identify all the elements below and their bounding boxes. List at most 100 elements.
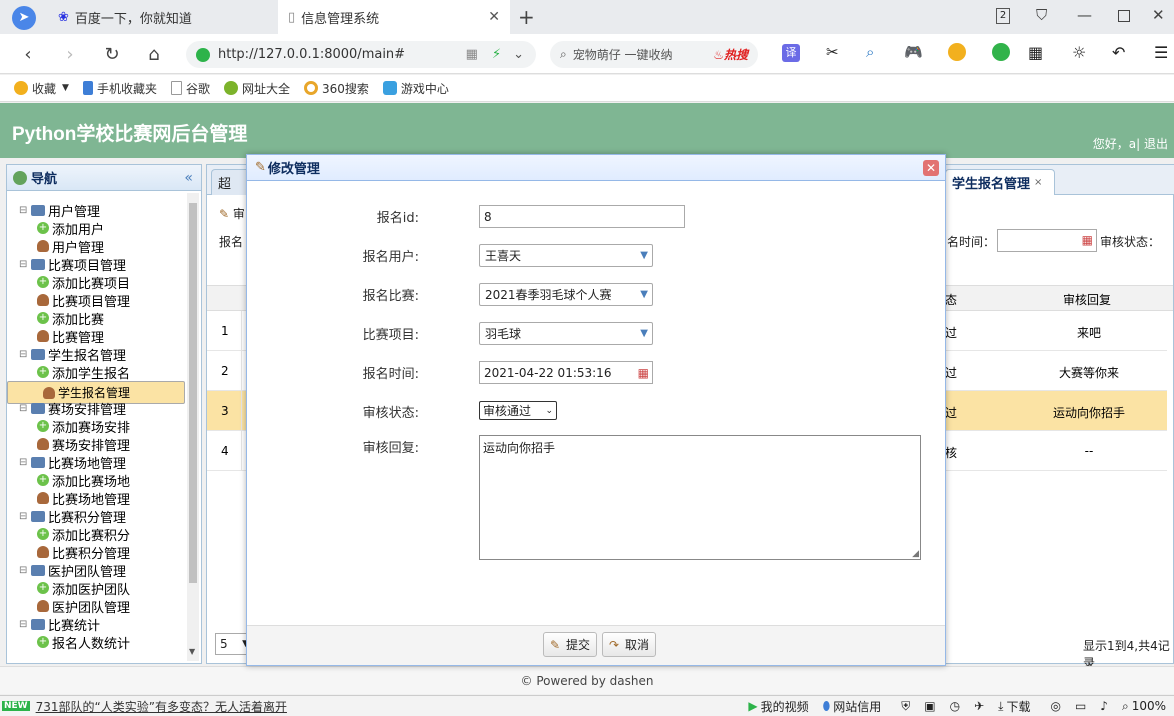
column-header-status[interactable]: 态 (945, 291, 957, 308)
new-tab-button[interactable]: + (518, 5, 535, 29)
speaker-icon[interactable]: ♪ (1100, 699, 1108, 713)
translate-icon[interactable]: 译 (782, 44, 800, 62)
nav-item[interactable]: 比赛积分管理 (7, 543, 185, 562)
nav-group[interactable]: ⊟ 比赛场地管理 (7, 453, 185, 472)
reload-button[interactable]: ↻ (100, 42, 124, 66)
tab-left-partial[interactable]: 超 (211, 169, 251, 195)
nav-item[interactable]: + 添加比赛场地 (7, 471, 185, 490)
nav-item[interactable]: + 添加学生报名 (7, 363, 185, 382)
bookmark-game-center[interactable]: 游戏中心 (382, 80, 449, 97)
collapse-toggle-icon[interactable]: ⊟ (19, 205, 31, 216)
qr-icon[interactable]: ▦ (466, 47, 478, 62)
shirt-icon[interactable]: ⛉ (1036, 6, 1047, 24)
bookmark-site-directory[interactable]: 网址大全 (223, 80, 290, 97)
nav-item[interactable]: + 添加用户 (7, 219, 185, 238)
extension-green-icon[interactable] (992, 43, 1010, 61)
collapse-toggle-icon[interactable]: ⊟ (19, 619, 31, 630)
nav-item[interactable]: 比赛场地管理 (7, 489, 185, 508)
chevron-down-icon[interactable]: ⌄ (513, 47, 524, 62)
nav-group[interactable]: ⊟ 比赛项目管理 (7, 255, 185, 274)
welcome-logout[interactable]: 您好，a| 退出 (1093, 135, 1168, 152)
image-icon[interactable]: ▣ (924, 699, 935, 713)
dialog-close-button[interactable]: ✕ (923, 160, 939, 176)
menu-icon[interactable]: ☰ (1154, 43, 1168, 62)
nav-group[interactable]: ⊟ 比赛积分管理 (7, 507, 185, 526)
toolbar-left-partial[interactable]: ✎ 审 (219, 205, 245, 222)
resize-grip-icon[interactable]: ◢ (912, 549, 919, 559)
close-tab-icon[interactable]: × (1034, 177, 1042, 188)
url-field[interactable]: http://127.0.0.1:8000/main# ▦ ⚡ ⌄ (186, 41, 536, 68)
window-count-badge[interactable]: 2 (996, 8, 1010, 24)
clock-icon[interactable]: ◷ (950, 699, 960, 713)
review-status-select[interactable]: 审核通过 ⌄ (479, 401, 557, 420)
collapse-toggle-icon[interactable]: ⊟ (19, 511, 31, 522)
cancel-button[interactable]: ↷ 取消 (602, 632, 657, 657)
calendar-icon[interactable]: ▦ (1082, 233, 1093, 247)
nav-item[interactable]: + 添加比赛项目 (7, 273, 185, 292)
search-field[interactable]: ⌕ 宠物萌仔 一键收纳 ♨热搜 (550, 41, 758, 68)
news-headline-link[interactable]: 731部队的“人类实验”有多变态？无人活着离开 (36, 698, 287, 715)
nav-item[interactable]: 医护团队管理 (7, 597, 185, 616)
registration-time-input[interactable]: 2021-04-22 01:53:16 ▦ (479, 361, 653, 384)
nav-item[interactable]: 比赛项目管理 (7, 291, 185, 310)
status-download[interactable]: ⤓ 下载 (998, 698, 1030, 715)
nav-item[interactable]: 用户管理 (7, 237, 185, 256)
collapse-sidebar-icon[interactable]: « (184, 170, 193, 186)
status-site-credit[interactable]: ⬮ 网站信用 (823, 698, 882, 715)
registration-user-select[interactable]: 王喜天 ▼ (479, 244, 653, 267)
browser-icon[interactable]: ◎ (1050, 699, 1060, 713)
collapse-toggle-icon[interactable]: ⊟ (19, 403, 31, 414)
status-zoom[interactable]: ⌕ 100% (1122, 699, 1166, 714)
lightning-icon[interactable]: ⚡ (492, 47, 501, 62)
nav-item[interactable]: + 报名人数统计 (7, 633, 185, 652)
nav-item[interactable]: + 添加医护团队 (7, 579, 185, 598)
game-icon[interactable]: 🎮 (904, 43, 923, 61)
status-video[interactable]: ▶ 我的视频 (748, 698, 808, 715)
coin-icon[interactable] (948, 43, 966, 61)
brightness-icon[interactable]: ☼ (1072, 43, 1086, 62)
nav-item[interactable]: 比赛管理 (7, 327, 185, 346)
registration-id-input[interactable]: 8 (479, 205, 685, 228)
rocket-icon[interactable]: ✈ (974, 699, 984, 713)
scissors-icon[interactable]: ✂ (826, 43, 839, 61)
review-reply-textarea[interactable]: 运动向你招手 ◢ (479, 435, 921, 560)
nav-group[interactable]: ⊟ 赛场安排管理 (7, 399, 185, 418)
collapse-toggle-icon[interactable]: ⊟ (19, 457, 31, 468)
match-item-select[interactable]: 羽毛球 ▼ (479, 322, 653, 345)
bookmark-mobile[interactable]: 手机收藏夹 (82, 80, 157, 97)
bookmark-favorites[interactable]: 收藏 ▼ (14, 80, 69, 97)
browser-tab-info-system[interactable]: ▯ 信息管理系统 ✕ (278, 0, 510, 34)
scrollbar-thumb[interactable] (189, 203, 197, 583)
column-header-reply[interactable]: 审核回复 (1063, 291, 1111, 308)
apps-grid-icon[interactable]: ▦ (1028, 43, 1043, 62)
nav-group[interactable]: ⊟ 用户管理 (7, 201, 185, 220)
hot-search-badge[interactable]: ♨热搜 (713, 46, 748, 63)
nav-item[interactable]: + 添加赛场安排 (7, 417, 185, 436)
undo-icon[interactable]: ↶ (1112, 43, 1125, 62)
close-window-button[interactable]: ✕ (1152, 6, 1165, 24)
nav-item[interactable]: 赛场安排管理 (7, 435, 185, 454)
shield-icon[interactable]: ⛨ (901, 699, 910, 714)
registration-match-select[interactable]: 2021春季羽毛球个人赛 ▼ (479, 283, 653, 306)
close-tab-icon[interactable]: ✕ (488, 9, 500, 25)
window-icon[interactable]: ▭ (1075, 699, 1086, 713)
nav-group[interactable]: ⊟ 学生报名管理 (7, 345, 185, 364)
nav-group[interactable]: ⊟ 医护团队管理 (7, 561, 185, 580)
submit-button[interactable]: ✎ 提交 (543, 632, 598, 657)
collapse-toggle-icon[interactable]: ⊟ (19, 565, 31, 576)
back-button[interactable]: ‹ (16, 42, 40, 66)
filter-time-input[interactable]: ▦ (997, 229, 1097, 252)
minimize-button[interactable]: — (1077, 6, 1092, 24)
magnifier-icon[interactable]: ⌕ (866, 43, 874, 61)
collapse-toggle-icon[interactable]: ⊟ (19, 349, 31, 360)
nav-group[interactable]: ⊟ 比赛统计 (7, 615, 185, 634)
collapse-toggle-icon[interactable]: ⊟ (19, 259, 31, 270)
bookmark-360-search[interactable]: 360搜索 (303, 80, 369, 97)
nav-item[interactable]: + 添加比赛 (7, 309, 185, 328)
bookmark-google[interactable]: 谷歌 (170, 80, 210, 97)
scroll-down-arrow-icon[interactable]: ▼ (189, 647, 195, 656)
browser-logo-icon[interactable]: ➤ (12, 6, 36, 30)
maximize-button[interactable] (1118, 10, 1130, 22)
browser-tab-baidu[interactable]: ❀ 百度一下，你就知道 (48, 0, 276, 34)
calendar-icon[interactable]: ▦ (638, 366, 649, 380)
